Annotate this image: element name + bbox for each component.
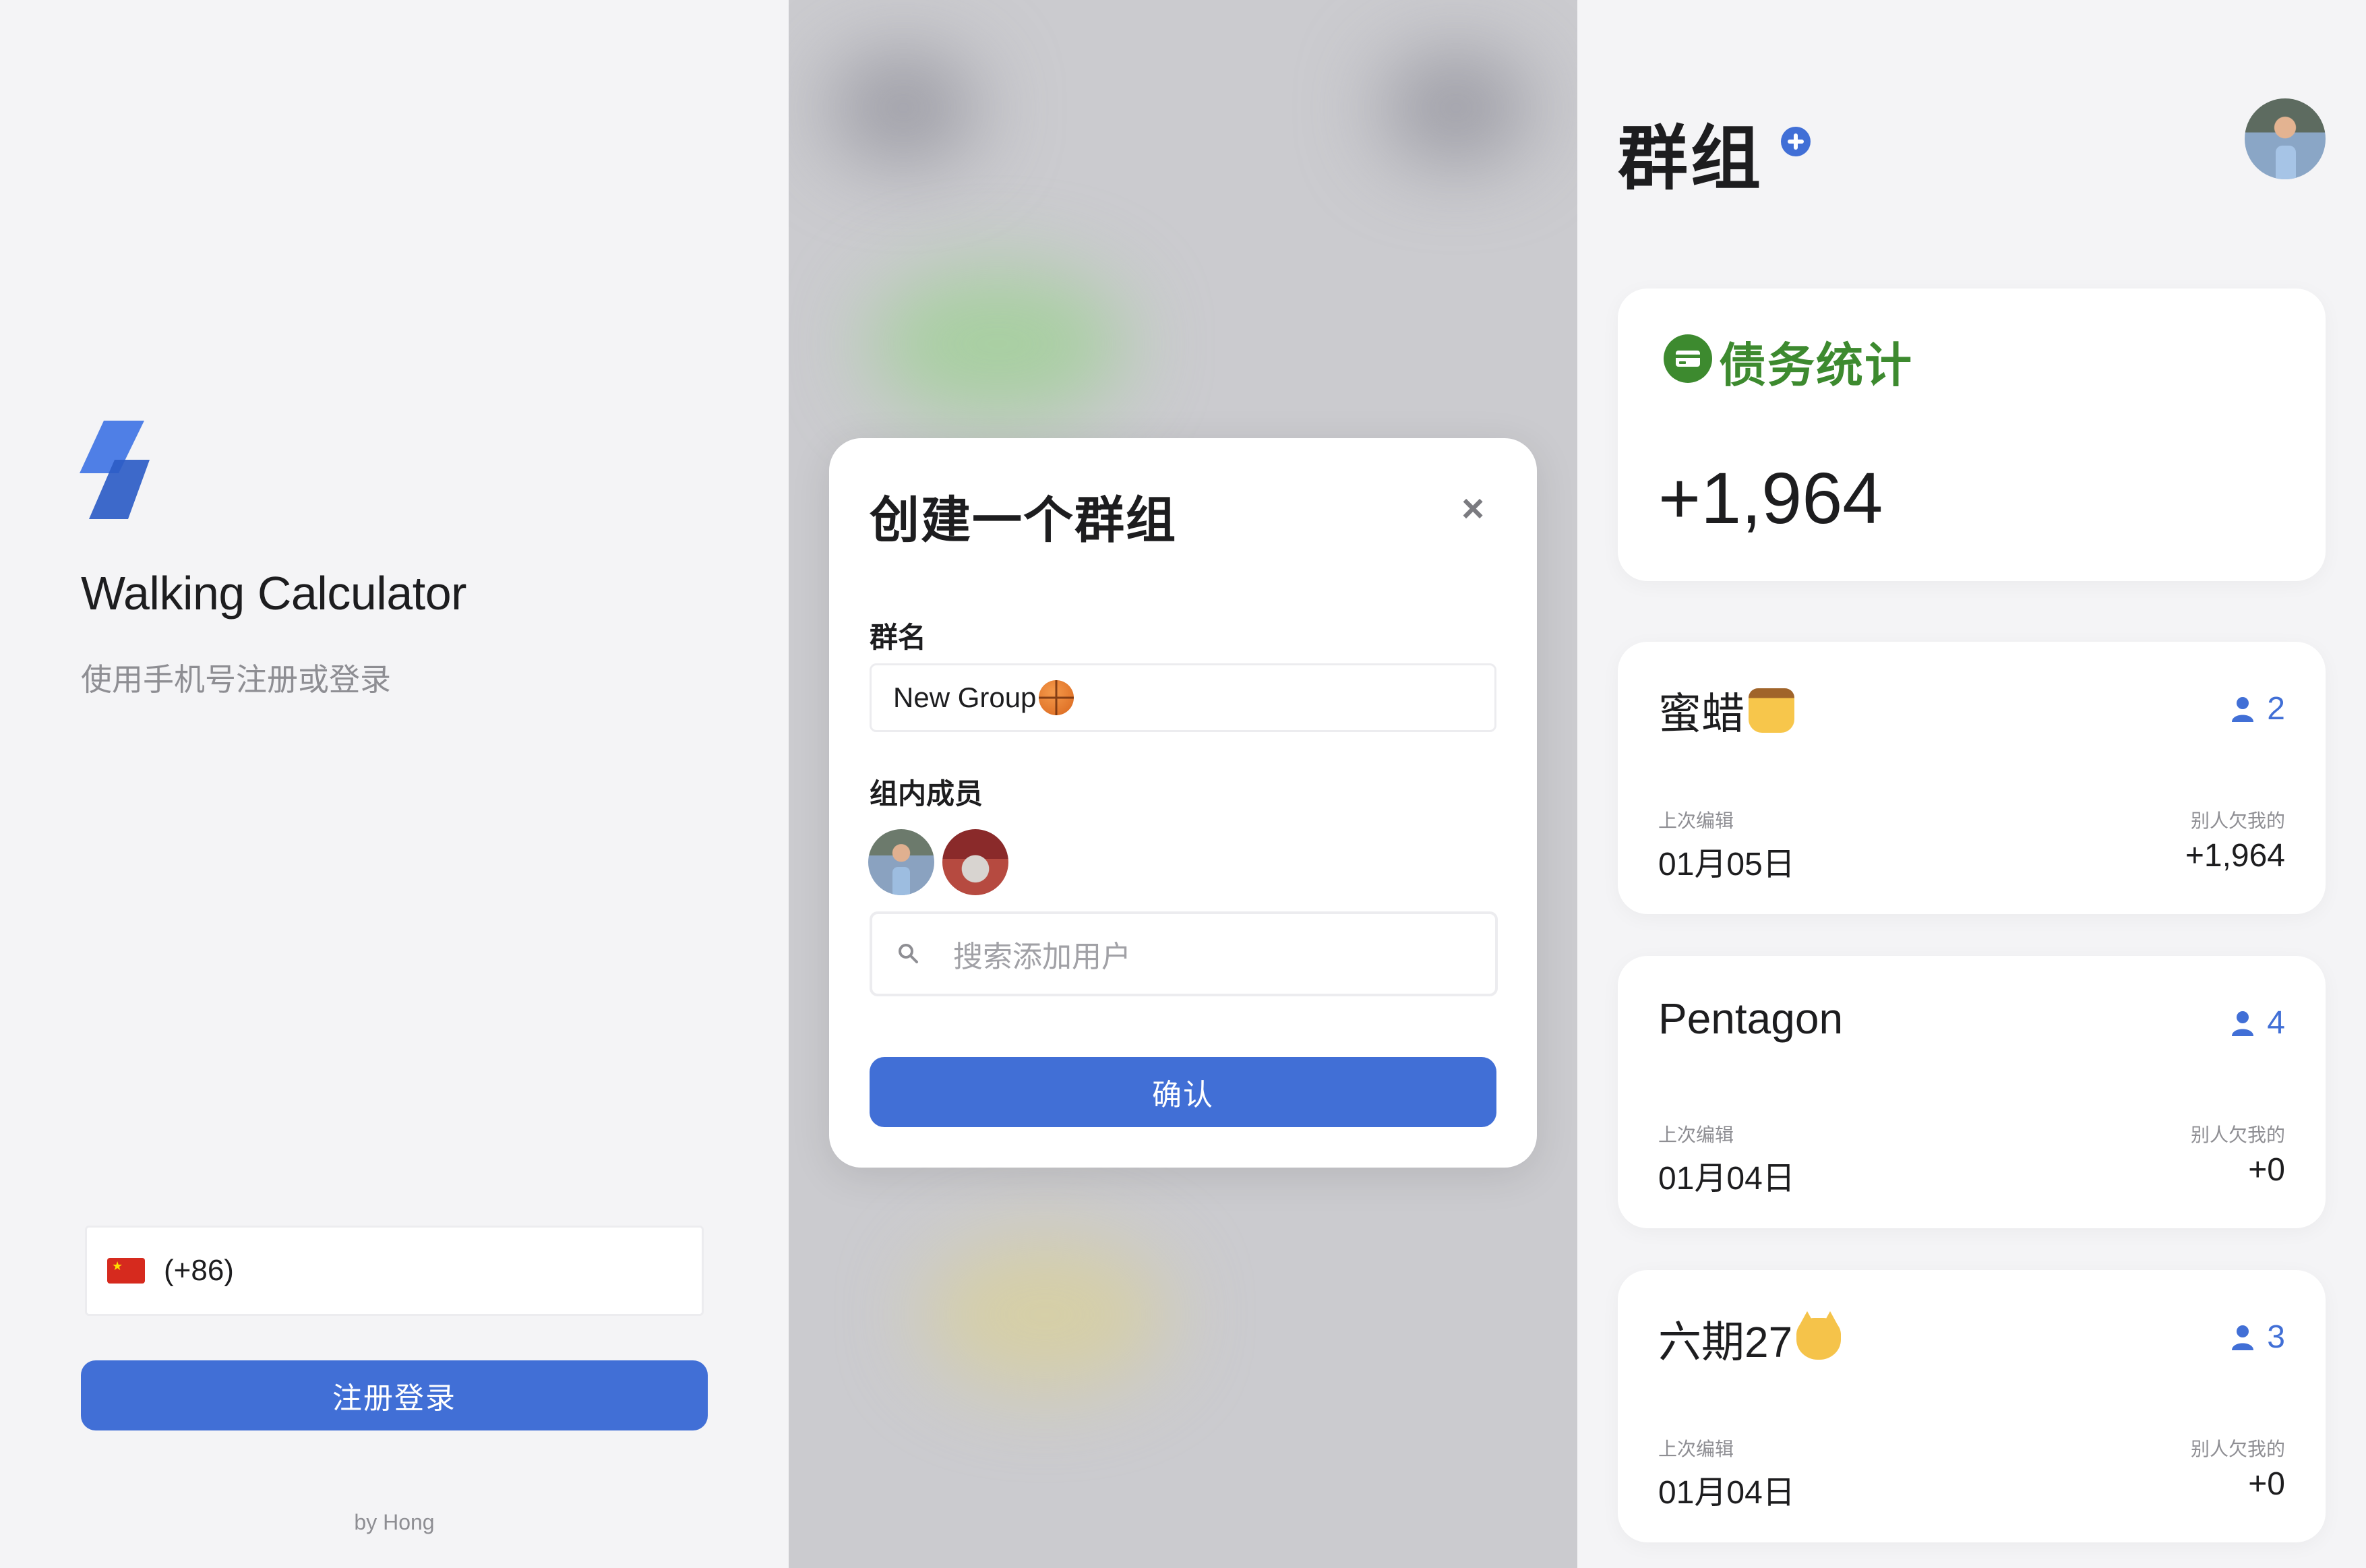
login-screen: Walking Calculator 使用手机号注册或登录 (+86) 注册登录…: [0, 0, 789, 1568]
blurred-background: [1382, 54, 1530, 162]
search-icon: [899, 944, 918, 963]
last-edited-label: 上次编辑: [1658, 810, 1734, 831]
debt-total: +1,964: [1658, 457, 1883, 539]
group-name: Pentagon: [1658, 994, 1843, 1044]
profile-avatar[interactable]: [2245, 98, 2326, 179]
member-count: 4: [2231, 1004, 2285, 1042]
blurred-background: [923, 1240, 1166, 1389]
member-count-value: 2: [2267, 691, 2285, 727]
confirm-button[interactable]: 确认: [870, 1057, 1496, 1127]
debt-title: 债务统计: [1719, 339, 1913, 392]
group-card[interactable]: 六期27 3 上次编辑 别人欠我的 01月04日 +0: [1618, 1270, 2326, 1542]
register-login-button[interactable]: 注册登录: [81, 1360, 708, 1430]
groups-screen: 群组 债务统计 +1,964 蜜蜡 2 上次编辑 别人欠我的 01月05日 +1…: [1577, 0, 2366, 1568]
person-icon: [2232, 1325, 2254, 1350]
blurred-background: [829, 54, 977, 162]
last-edited-label: 上次编辑: [1658, 1439, 1734, 1459]
last-edited-date: 01月04日: [1658, 1161, 1795, 1197]
honey-pot-icon: [1749, 688, 1794, 733]
china-flag-icon[interactable]: [107, 1258, 145, 1284]
group-name-value[interactable]: New Group: [893, 682, 1036, 714]
person-icon: [2232, 1011, 2254, 1036]
member-count-value: 4: [2267, 1005, 2285, 1041]
member-count: 3: [2231, 1319, 2285, 1356]
group-card[interactable]: 蜜蜡 2 上次编辑 别人欠我的 01月05日 +1,964: [1618, 642, 2326, 914]
owed-value: +1,964: [2185, 838, 2285, 874]
owed-value: +0: [2248, 1466, 2285, 1502]
create-group-dialog: 创建一个群组 × 群名 New Group 组内成员 搜索添加用户 确认: [829, 438, 1537, 1168]
group-name: 六期27: [1658, 1308, 1842, 1370]
cat-face-icon: [1796, 1311, 1842, 1360]
avatar[interactable]: [942, 829, 1008, 895]
country-code[interactable]: (+86): [164, 1254, 234, 1288]
app-logo: [80, 421, 150, 519]
group-card[interactable]: Pentagon 4 上次编辑 别人欠我的 01月04日 +0: [1618, 956, 2326, 1228]
page-title: 群组: [1618, 120, 1764, 198]
blurred-background: [870, 270, 1126, 418]
owed-label: 别人欠我的: [2190, 1124, 2285, 1145]
owed-label: 别人欠我的: [2190, 810, 2285, 831]
group-name-label: 群名: [870, 622, 927, 653]
owed-label: 别人欠我的: [2190, 1439, 2285, 1459]
app-title: Walking Calculator: [81, 567, 466, 620]
member-count-value: 3: [2267, 1319, 2285, 1355]
group-name-text: Pentagon: [1658, 994, 1844, 1043]
debt-summary-card: 债务统计 +1,964: [1618, 289, 2326, 581]
login-subtitle: 使用手机号注册或登录: [81, 662, 391, 697]
members-label: 组内成员: [870, 778, 983, 810]
credit-card-icon: [1664, 334, 1712, 383]
dialog-title: 创建一个群组: [870, 492, 1177, 548]
owed-value: +0: [2248, 1152, 2285, 1188]
add-group-icon[interactable]: [1781, 127, 1811, 156]
search-user-input[interactable]: 搜索添加用户: [870, 911, 1498, 996]
avatar[interactable]: [868, 829, 934, 895]
close-icon[interactable]: ×: [1456, 489, 1490, 529]
last-edited-label: 上次编辑: [1658, 1124, 1734, 1145]
last-edited-date: 01月05日: [1658, 847, 1795, 882]
last-edited-date: 01月04日: [1658, 1475, 1795, 1511]
phone-input[interactable]: (+86): [85, 1226, 704, 1316]
basketball-icon: [1039, 680, 1074, 715]
modal-screen: 创建一个群组 × 群名 New Group 组内成员 搜索添加用户 确认: [789, 0, 1577, 1568]
byline: by Hong: [354, 1510, 435, 1534]
member-count: 2: [2231, 690, 2285, 727]
group-name-text: 六期27: [1658, 1318, 1793, 1366]
group-name-text: 蜜蜡: [1658, 690, 1745, 738]
group-name: 蜜蜡: [1658, 680, 1794, 742]
search-placeholder: 搜索添加用户: [953, 940, 1131, 973]
person-icon: [2232, 696, 2254, 722]
group-name-input[interactable]: New Group: [870, 663, 1496, 732]
